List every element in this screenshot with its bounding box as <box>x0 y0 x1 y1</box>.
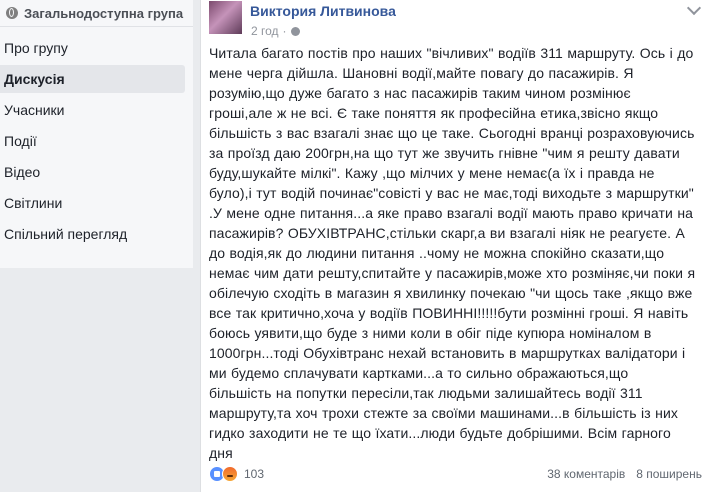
reactions-count: 103 <box>244 467 265 481</box>
post-timestamp[interactable]: 2 год <box>251 24 279 38</box>
post-text-line: мене черга дійшла. Шановні водії,майте п… <box>209 65 634 81</box>
post-text-line: за проїзд даю 200грн,на що тут же звучит… <box>209 145 680 161</box>
nav-item-watch-party[interactable]: Спільний перегляд <box>0 220 185 248</box>
group-nav: Про групу Дискусія Учасники Події Відео … <box>0 27 193 248</box>
post-text-line: маршруту,та хоч трохи стежте за своїми м… <box>209 405 678 421</box>
nav-item-about[interactable]: Про групу <box>0 34 185 62</box>
post-stats: 38 коментарів 8 поширень <box>536 467 702 481</box>
reactions-summary[interactable]: 103 <box>209 466 264 482</box>
comments-count-link[interactable]: 38 коментарів <box>547 467 625 481</box>
nav-item-discussion[interactable]: Дискусія <box>0 65 185 93</box>
post-text-line: гроші,але ж не всі. Є таке поняття як пр… <box>209 105 659 121</box>
post-text-line: ми будемо сплачувати картками...а то сил… <box>209 365 629 381</box>
scroll-gutter <box>193 0 200 492</box>
post-text-line: дня <box>209 445 233 461</box>
post-timestamp-row: 2 год · <box>251 24 300 38</box>
nav-item-events[interactable]: Події <box>0 127 185 155</box>
post-text-line: буду,шукайте мілкі". Кажу ,що мілчих у м… <box>209 165 655 181</box>
post-text-line: було),і тут водій починає"совісті у вас … <box>209 185 694 201</box>
separator-dot: · <box>282 24 287 38</box>
post-text-line: більшість на попутки пересіли,так людьми… <box>209 385 643 401</box>
nav-item-videos[interactable]: Відео <box>0 158 185 186</box>
group-privacy-label: Загальнодоступна група <box>24 5 184 21</box>
post-options-chevron-down-icon[interactable] <box>686 0 702 16</box>
post-text-line: все так критично,хоча у водіїв ПОВИННІ!!… <box>209 305 689 321</box>
avatar[interactable] <box>209 1 242 34</box>
post-text-line: .У мене одне питання...а яке право взага… <box>209 205 694 221</box>
nav-item-members[interactable]: Учасники <box>0 96 185 124</box>
post-text-line: більшість з вас взагалі знає що це таке.… <box>209 125 695 141</box>
post-text-line: обілечую сходіть в магазин я хвилинку по… <box>209 285 693 301</box>
post-text-line: розумію,що дуже багато з нас пасажирів т… <box>209 85 631 101</box>
shares-count-link[interactable]: 8 поширень <box>636 467 702 481</box>
globe-icon <box>6 7 18 19</box>
post-card: Виктория Литвинова 2 год · Читала багато… <box>200 0 710 492</box>
group-sidebar: Загальнодоступна група Про групу Дискусі… <box>0 0 193 268</box>
post-text-line: 1000грн...тоді Обухівтранс нехай встанов… <box>209 345 686 361</box>
post-text-line: пасажирів? ОБУХІВТРАНС,стільки скарг,а в… <box>209 225 685 241</box>
nav-item-photos[interactable]: Світлини <box>0 189 185 217</box>
group-privacy-header: Загальнодоступна група <box>0 0 193 27</box>
post-text-line: боюсь уявити,що буде з ними коли в обіг … <box>209 325 652 341</box>
audience-globe-icon <box>290 26 300 36</box>
angry-icon <box>222 466 238 482</box>
post-text-line: немає чим дати решту,спитайте у пасажирі… <box>209 265 696 281</box>
post-text-line: Читала багато постів про наших "вічливих… <box>209 45 694 61</box>
post-text-line: до водія,як до людини питання ..чому не … <box>209 245 665 261</box>
post-footer: 103 38 коментарів 8 поширень <box>201 462 710 486</box>
post-text: Читала багато постів про наших "вічливих… <box>209 43 703 463</box>
post-author-name[interactable]: Виктория Литвинова <box>250 3 396 19</box>
post-text-line: гидко заходити не те що їхати...люди буд… <box>209 425 671 441</box>
